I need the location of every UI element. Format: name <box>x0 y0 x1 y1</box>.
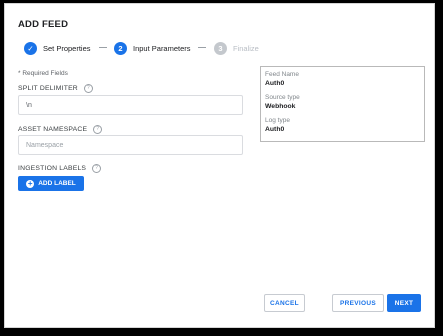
field-label-text: SPLIT DELIMITER <box>18 85 78 92</box>
ingestion-labels-label: INGESTION LABELS ? <box>18 164 102 173</box>
step-label: Finalize <box>233 43 259 53</box>
log-type-value: Auth0 <box>265 126 285 133</box>
next-button[interactable]: NEXT <box>387 294 421 312</box>
add-feed-dialog: ADD FEED ✓ Set Properties 2 Input Parame… <box>4 3 435 328</box>
source-type-value: Webhook <box>265 103 296 110</box>
help-circle-icon[interactable]: ? <box>93 125 103 134</box>
check-icon: ✓ <box>24 41 37 55</box>
step-set-properties[interactable]: ✓ Set Properties <box>24 40 91 56</box>
asset-namespace-input[interactable] <box>18 135 243 155</box>
step-number-3: 3 <box>214 41 227 55</box>
step-input-parameters[interactable]: 2 Input Parameters <box>114 40 191 56</box>
step-divider <box>198 47 206 48</box>
plus-circle-icon: + <box>26 178 35 188</box>
source-type-label: Source type <box>265 94 300 101</box>
split-delimiter-input[interactable] <box>18 95 243 115</box>
feed-name-value: Auth0 <box>265 80 285 87</box>
step-label: Input Parameters <box>133 43 191 53</box>
feed-name-label: Feed Name <box>265 71 299 78</box>
add-label-button[interactable]: + ADD LABEL <box>18 176 84 191</box>
previous-button[interactable]: PREVIOUS <box>332 294 384 312</box>
step-finalize[interactable]: 3 Finalize <box>214 40 259 56</box>
field-label-text: INGESTION LABELS <box>18 165 87 172</box>
add-label-text: ADD LABEL <box>38 180 76 187</box>
log-type-label: Log type <box>265 117 290 124</box>
cancel-button[interactable]: CANCEL <box>264 294 305 312</box>
required-fields-note: * Required Fields <box>18 70 68 77</box>
feed-summary-panel: Feed Name Auth0 Source type Webhook Log … <box>260 66 425 142</box>
step-label: Set Properties <box>43 43 91 53</box>
field-label-text: ASSET NAMESPACE <box>18 126 88 133</box>
help-circle-icon[interactable]: ? <box>83 84 93 93</box>
step-divider <box>99 47 107 48</box>
asset-namespace-label: ASSET NAMESPACE ? <box>18 125 103 134</box>
help-circle-icon[interactable]: ? <box>92 164 102 173</box>
dialog-title: ADD FEED <box>18 19 69 30</box>
step-number-2: 2 <box>114 41 127 55</box>
split-delimiter-label: SPLIT DELIMITER ? <box>18 84 93 93</box>
